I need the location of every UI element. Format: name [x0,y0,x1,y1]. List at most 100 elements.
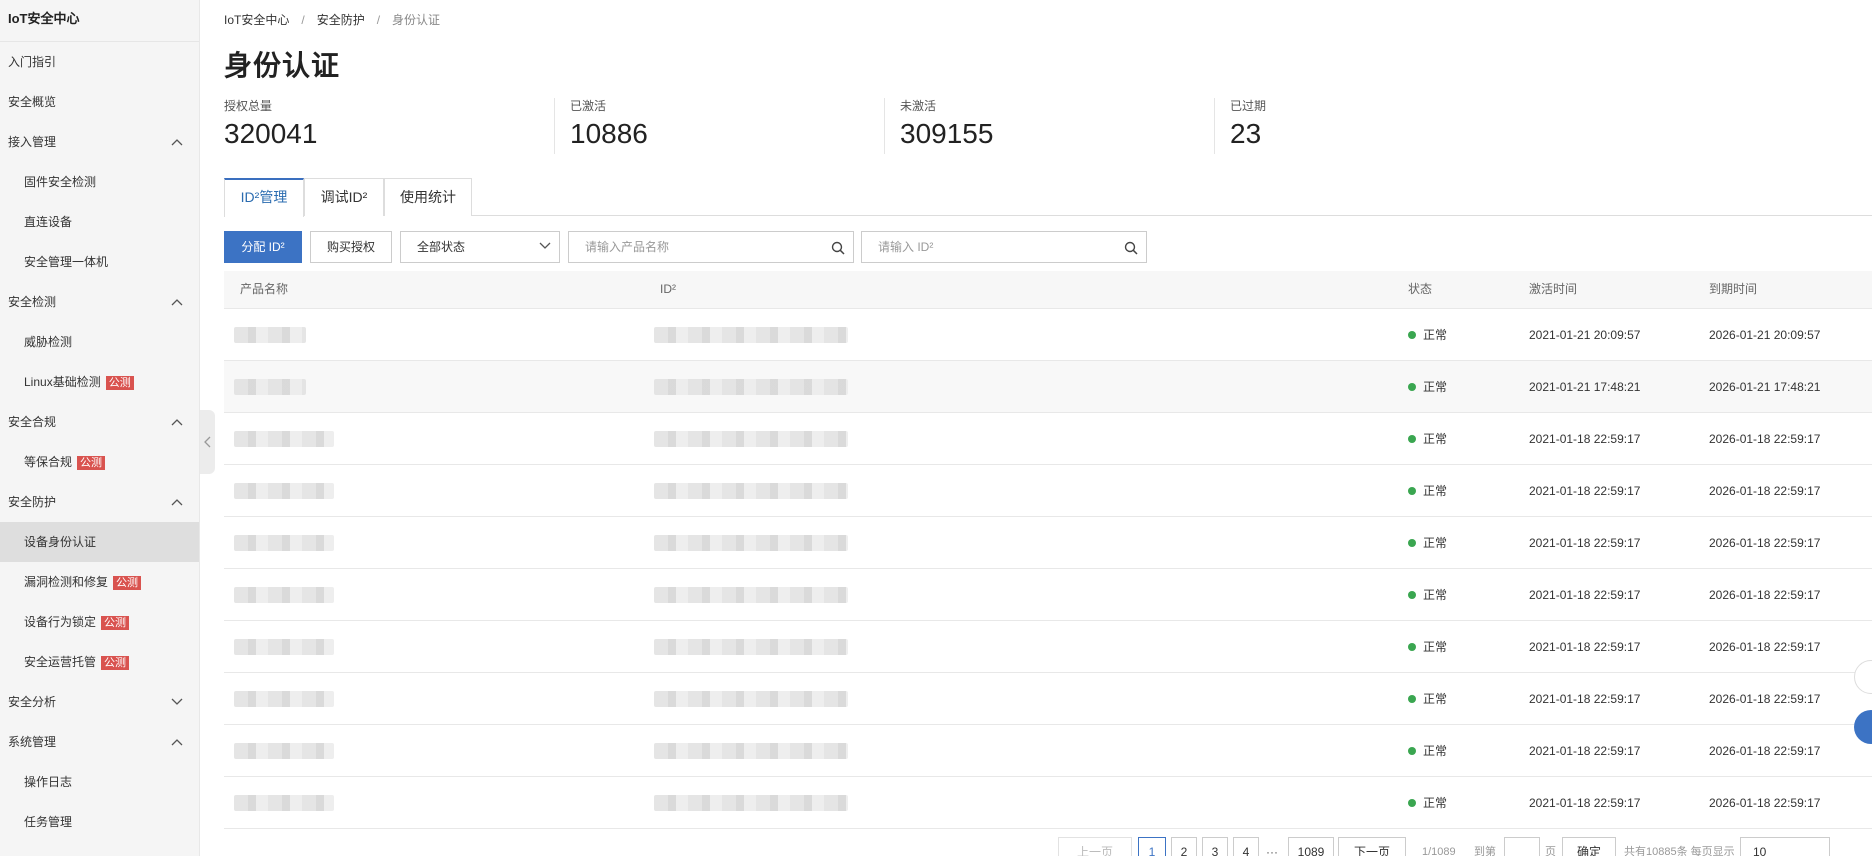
next-page-button[interactable]: 下一页 [1338,837,1406,856]
sidebar-item-4[interactable]: 直连设备 [0,202,199,242]
column-header-activated: 激活时间 [1529,282,1578,296]
sidebar-item-10[interactable]: 等保合规 公测 [0,442,199,482]
table-header: 产品名称 ID² 状态 激活时间 到期时间 [224,271,1872,309]
table-row[interactable]: 正常 2021-01-18 22:59:17 2026-01-18 22:59:17 [224,517,1872,569]
beta-badge: 公测 [101,615,130,630]
next-page-label: 下一页 [1353,845,1390,856]
redacted-id [654,431,848,447]
redacted-id [654,743,848,759]
table-row[interactable]: 正常 2021-01-18 22:59:17 2026-01-18 22:59:17 [224,621,1872,673]
status-dot-icon [1408,330,1416,339]
sidebar-item-13[interactable]: 漏洞检测和修复 公测 [0,562,199,602]
sidebar-item-8[interactable]: Linux基础检测 公测 [0,362,199,402]
sidebar-group-9[interactable]: 安全合规 [0,402,199,442]
sidebar-collapse-toggle[interactable] [200,410,215,474]
expires-time-cell: 2026-01-18 22:59:17 [1709,744,1821,758]
chevron-up-icon [171,482,185,522]
activated-time-cell: 2021-01-21 20:09:57 [1529,328,1641,342]
table-row[interactable]: 正常 2021-01-18 22:59:17 2026-01-18 22:59:17 [224,777,1872,829]
sidebar-group-2[interactable]: 接入管理 [0,122,199,162]
product-search-field[interactable] [568,231,854,263]
tab-debug-id[interactable]: 调试ID² [304,178,384,216]
status-cell: 正常 [1408,413,1447,465]
sidebar-item-5[interactable]: 安全管理一体机 [0,242,199,282]
status-dot-icon [1408,434,1416,443]
status-dot-icon [1408,798,1416,807]
stat-value: 23 [1230,118,1262,149]
status-dot-icon [1408,694,1416,703]
page-4-button[interactable]: 4 [1233,837,1259,856]
tab-usage-stats[interactable]: 使用统计 [384,178,472,216]
sidebar-item-18[interactable]: 操作日志 [0,762,199,802]
sidebar-group-6[interactable]: 安全检测 [0,282,199,322]
app-title[interactable]: IoT安全中心 [0,0,199,42]
table-row[interactable]: 正常 2021-01-18 22:59:17 2026-01-18 22:59:17 [224,465,1872,517]
expires-time-cell: 2026-01-18 22:59:17 [1709,692,1821,706]
status-dot-icon [1408,746,1416,755]
beta-badge: 公测 [113,575,142,590]
sidebar-item-label: 安全防护 [8,495,57,509]
breadcrumb-separator: / [301,13,305,27]
stat-divider [1214,98,1215,154]
table-row[interactable]: 正常 2021-01-18 22:59:17 2026-01-18 22:59:17 [224,725,1872,777]
id-search-field[interactable] [861,231,1147,263]
sidebar-group-16[interactable]: 安全分析 [0,682,199,722]
activated-time-cell: 2021-01-21 17:48:21 [1529,380,1641,394]
sidebar-item-0[interactable]: 入门指引 [0,42,199,82]
total-summary: 共有10885条 每页显示 [1624,846,1735,856]
table-row[interactable]: 正常 2021-01-21 17:48:21 2026-01-21 17:48:21 [224,361,1872,413]
sidebar-item-label: 安全检测 [8,295,57,309]
goto-label: 到第 [1474,846,1496,856]
sidebar-item-12[interactable]: 设备身份认证 [0,522,199,562]
breadcrumb-item-home[interactable]: IoT安全中心 [224,13,289,27]
buy-license-button[interactable]: 购买授权 [310,231,392,263]
status-select[interactable]: 全部状态 [400,231,560,263]
status-dot-icon [1408,538,1416,547]
sidebar-item-15[interactable]: 安全运营托管 公测 [0,642,199,682]
page-2-button[interactable]: 2 [1171,837,1197,856]
status-dot-icon [1408,486,1416,495]
sidebar-item-label: 安全合规 [8,415,57,429]
activated-time-cell: 2021-01-18 22:59:17 [1529,640,1641,654]
page-size-value: 10 [1753,845,1767,856]
sidebar-group-11[interactable]: 安全防护 [0,482,199,522]
redacted-product-name [234,691,334,707]
chevron-up-icon [171,722,185,762]
page-size-select[interactable]: 10 [1740,837,1830,856]
id-search-input[interactable] [862,232,1146,262]
tab-id-management[interactable]: ID²管理 [224,178,304,217]
goto-page-input[interactable] [1504,837,1540,856]
product-search-input[interactable] [569,232,853,262]
chevron-left-icon [204,436,211,448]
assign-id-button[interactable]: 分配 ID² [224,231,302,263]
column-header-status: 状态 [1408,282,1433,296]
sidebar-item-19[interactable]: 任务管理 [0,802,199,842]
prev-page-button[interactable]: 上一页 [1058,837,1132,856]
status-cell: 正常 [1408,725,1447,777]
stat-divider [884,98,885,154]
sidebar-group-17[interactable]: 系统管理 [0,722,199,762]
sidebar-item-14[interactable]: 设备行为锁定 公测 [0,602,199,642]
activated-time-cell: 2021-01-18 22:59:17 [1529,692,1641,706]
stat-label: 已激活 [570,99,607,113]
sidebar-item-7[interactable]: 威胁检测 [0,322,199,362]
chevron-up-icon [171,402,185,442]
breadcrumb-item-protection[interactable]: 安全防护 [317,13,365,27]
page-1-button[interactable]: 1 [1138,837,1166,856]
table-row[interactable]: 正常 2021-01-18 22:59:17 2026-01-18 22:59:17 [224,413,1872,465]
table-row[interactable]: 正常 2021-01-18 22:59:17 2026-01-18 22:59:17 [224,673,1872,725]
sidebar-item-3[interactable]: 固件安全检测 [0,162,199,202]
goto-confirm-button[interactable]: 确定 [1562,837,1616,856]
sidebar-item-1[interactable]: 安全概览 [0,82,199,122]
sidebar-item-label: Linux基础检测 [24,375,101,389]
sidebar-item-label: 安全管理一体机 [24,255,109,269]
column-header-product: 产品名称 [240,282,289,296]
table-row[interactable]: 正常 2021-01-18 22:59:17 2026-01-18 22:59:17 [224,569,1872,621]
sidebar-item-label: 任务管理 [24,815,73,829]
page-last-button[interactable]: 1089 [1288,837,1334,856]
page-3-button[interactable]: 3 [1202,837,1228,856]
redacted-product-name [234,379,306,395]
status-select-value: 全部状态 [417,240,466,254]
redacted-product-name [234,431,334,447]
table-row[interactable]: 正常 2021-01-21 20:09:57 2026-01-21 20:09:57 [224,309,1872,361]
